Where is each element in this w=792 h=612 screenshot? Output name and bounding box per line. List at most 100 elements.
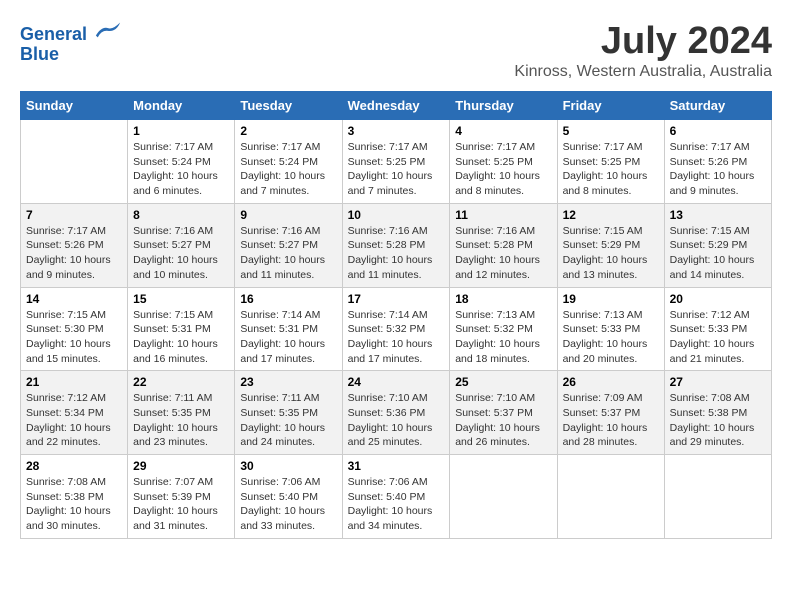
calendar-cell: 1 Sunrise: 7:17 AM Sunset: 5:24 PM Daylig… (128, 120, 235, 204)
column-header-wednesday: Wednesday (342, 92, 450, 120)
day-info: Sunrise: 7:08 AM Sunset: 5:38 PM Dayligh… (670, 391, 766, 450)
day-number: 16 (240, 292, 336, 306)
calendar-table: SundayMondayTuesdayWednesdayThursdayFrid… (20, 91, 772, 539)
day-info: Sunrise: 7:15 AM Sunset: 5:30 PM Dayligh… (26, 308, 122, 367)
day-info: Sunrise: 7:12 AM Sunset: 5:33 PM Dayligh… (670, 308, 766, 367)
day-info: Sunrise: 7:09 AM Sunset: 5:37 PM Dayligh… (563, 391, 659, 450)
calendar-cell: 14 Sunrise: 7:15 AM Sunset: 5:30 PM Dayli… (21, 287, 128, 371)
day-info: Sunrise: 7:17 AM Sunset: 5:25 PM Dayligh… (563, 140, 659, 199)
title-block: July 2024 Kinross, Western Australia, Au… (514, 20, 772, 81)
day-info: Sunrise: 7:16 AM Sunset: 5:28 PM Dayligh… (455, 224, 551, 283)
calendar-cell: 21Sunrise: 7:12 AM Sunset: 5:34 PM Dayli… (21, 371, 128, 455)
day-number: 24 (348, 375, 445, 389)
calendar-cell: 27 Sunrise: 7:08 AM Sunset: 5:38 PM Dayli… (664, 371, 771, 455)
day-info: Sunrise: 7:10 AM Sunset: 5:36 PM Dayligh… (348, 391, 445, 450)
day-number: 25 (455, 375, 551, 389)
day-number: 19 (563, 292, 659, 306)
day-info: Sunrise: 7:16 AM Sunset: 5:27 PM Dayligh… (133, 224, 229, 283)
day-number: 28 (26, 459, 122, 473)
day-info: Sunrise: 7:06 AM Sunset: 5:40 PM Dayligh… (348, 475, 445, 534)
calendar-cell: 30 Sunrise: 7:06 AM Sunset: 5:40 PM Dayli… (235, 455, 342, 539)
logo-blue: Blue (20, 44, 59, 64)
calendar-cell: 16 Sunrise: 7:14 AM Sunset: 5:31 PM Dayli… (235, 287, 342, 371)
calendar-cell (664, 455, 771, 539)
day-number: 3 (348, 124, 445, 138)
day-info: Sunrise: 7:17 AM Sunset: 5:24 PM Dayligh… (133, 140, 229, 199)
day-info: Sunrise: 7:16 AM Sunset: 5:28 PM Dayligh… (348, 224, 445, 283)
day-number: 29 (133, 459, 229, 473)
day-info: Sunrise: 7:17 AM Sunset: 5:25 PM Dayligh… (455, 140, 551, 199)
day-number: 23 (240, 375, 336, 389)
calendar-cell: 19 Sunrise: 7:13 AM Sunset: 5:33 PM Dayli… (557, 287, 664, 371)
day-number: 10 (348, 208, 445, 222)
week-row-2: 7Sunrise: 7:17 AM Sunset: 5:26 PM Daylig… (21, 203, 772, 287)
calendar-cell: 25 Sunrise: 7:10 AM Sunset: 5:37 PM Dayli… (450, 371, 557, 455)
week-row-3: 14 Sunrise: 7:15 AM Sunset: 5:30 PM Dayli… (21, 287, 772, 371)
day-number: 1 (133, 124, 229, 138)
week-row-4: 21Sunrise: 7:12 AM Sunset: 5:34 PM Dayli… (21, 371, 772, 455)
day-number: 30 (240, 459, 336, 473)
column-header-saturday: Saturday (664, 92, 771, 120)
day-info: Sunrise: 7:15 AM Sunset: 5:29 PM Dayligh… (563, 224, 659, 283)
day-info: Sunrise: 7:17 AM Sunset: 5:25 PM Dayligh… (348, 140, 445, 199)
day-number: 14 (26, 292, 122, 306)
calendar-cell: 2Sunrise: 7:17 AM Sunset: 5:24 PM Daylig… (235, 120, 342, 204)
calendar-cell: 13 Sunrise: 7:15 AM Sunset: 5:29 PM Dayli… (664, 203, 771, 287)
day-info: Sunrise: 7:13 AM Sunset: 5:33 PM Dayligh… (563, 308, 659, 367)
day-info: Sunrise: 7:16 AM Sunset: 5:27 PM Dayligh… (240, 224, 336, 283)
day-number: 20 (670, 292, 766, 306)
day-number: 15 (133, 292, 229, 306)
day-number: 2 (240, 124, 336, 138)
day-info: Sunrise: 7:11 AM Sunset: 5:35 PM Dayligh… (133, 391, 229, 450)
day-info: Sunrise: 7:07 AM Sunset: 5:39 PM Dayligh… (133, 475, 229, 534)
day-info: Sunrise: 7:10 AM Sunset: 5:37 PM Dayligh… (455, 391, 551, 450)
subtitle: Kinross, Western Australia, Australia (514, 63, 772, 81)
day-number: 8 (133, 208, 229, 222)
day-number: 9 (240, 208, 336, 222)
calendar-cell: 24 Sunrise: 7:10 AM Sunset: 5:36 PM Dayli… (342, 371, 450, 455)
day-number: 22 (133, 375, 229, 389)
calendar-cell: 23Sunrise: 7:11 AM Sunset: 5:35 PM Dayli… (235, 371, 342, 455)
calendar-cell: 9 Sunrise: 7:16 AM Sunset: 5:27 PM Daylig… (235, 203, 342, 287)
calendar-cell: 17 Sunrise: 7:14 AM Sunset: 5:32 PM Dayli… (342, 287, 450, 371)
main-title: July 2024 (514, 20, 772, 63)
day-number: 26 (563, 375, 659, 389)
day-info: Sunrise: 7:08 AM Sunset: 5:38 PM Dayligh… (26, 475, 122, 534)
week-row-5: 28 Sunrise: 7:08 AM Sunset: 5:38 PM Dayli… (21, 455, 772, 539)
day-info: Sunrise: 7:12 AM Sunset: 5:34 PM Dayligh… (26, 391, 122, 450)
day-number: 18 (455, 292, 551, 306)
logo-text: General Blue (20, 20, 122, 65)
day-info: Sunrise: 7:15 AM Sunset: 5:29 PM Dayligh… (670, 224, 766, 283)
logo-general: General (20, 24, 87, 44)
day-info: Sunrise: 7:14 AM Sunset: 5:31 PM Dayligh… (240, 308, 336, 367)
calendar-cell: 12 Sunrise: 7:15 AM Sunset: 5:29 PM Dayli… (557, 203, 664, 287)
day-number: 11 (455, 208, 551, 222)
calendar-cell: 29 Sunrise: 7:07 AM Sunset: 5:39 PM Dayli… (128, 455, 235, 539)
day-info: Sunrise: 7:13 AM Sunset: 5:32 PM Dayligh… (455, 308, 551, 367)
calendar-cell: 5 Sunrise: 7:17 AM Sunset: 5:25 PM Daylig… (557, 120, 664, 204)
day-number: 27 (670, 375, 766, 389)
day-number: 13 (670, 208, 766, 222)
day-number: 17 (348, 292, 445, 306)
calendar-cell: 15 Sunrise: 7:15 AM Sunset: 5:31 PM Dayli… (128, 287, 235, 371)
calendar-cell: 31 Sunrise: 7:06 AM Sunset: 5:40 PM Dayli… (342, 455, 450, 539)
day-number: 5 (563, 124, 659, 138)
column-header-tuesday: Tuesday (235, 92, 342, 120)
week-row-1: 1 Sunrise: 7:17 AM Sunset: 5:24 PM Daylig… (21, 120, 772, 204)
calendar-cell: 28 Sunrise: 7:08 AM Sunset: 5:38 PM Dayli… (21, 455, 128, 539)
day-number: 6 (670, 124, 766, 138)
day-number: 4 (455, 124, 551, 138)
calendar-cell: 10 Sunrise: 7:16 AM Sunset: 5:28 PM Dayli… (342, 203, 450, 287)
calendar-cell: 7Sunrise: 7:17 AM Sunset: 5:26 PM Daylig… (21, 203, 128, 287)
calendar-cell: 26 Sunrise: 7:09 AM Sunset: 5:37 PM Dayli… (557, 371, 664, 455)
day-number: 31 (348, 459, 445, 473)
day-number: 12 (563, 208, 659, 222)
day-info: Sunrise: 7:14 AM Sunset: 5:32 PM Dayligh… (348, 308, 445, 367)
column-header-friday: Friday (557, 92, 664, 120)
day-info: Sunrise: 7:15 AM Sunset: 5:31 PM Dayligh… (133, 308, 229, 367)
calendar-cell: 4 Sunrise: 7:17 AM Sunset: 5:25 PM Daylig… (450, 120, 557, 204)
calendar-cell: 18 Sunrise: 7:13 AM Sunset: 5:32 PM Dayli… (450, 287, 557, 371)
day-info: Sunrise: 7:06 AM Sunset: 5:40 PM Dayligh… (240, 475, 336, 534)
day-info: Sunrise: 7:17 AM Sunset: 5:26 PM Dayligh… (670, 140, 766, 199)
logo: General Blue (20, 20, 122, 65)
